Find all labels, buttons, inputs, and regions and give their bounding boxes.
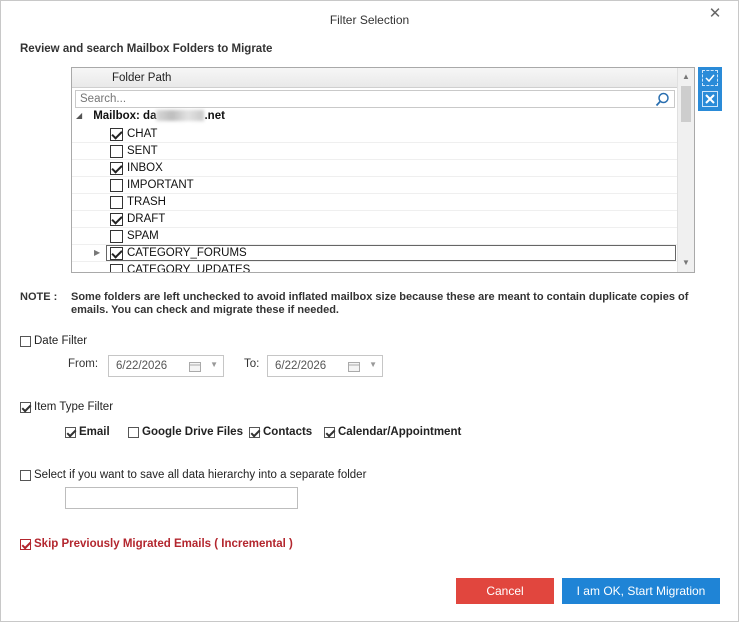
scroll-thumb[interactable] bbox=[681, 86, 691, 122]
folder-checkbox[interactable] bbox=[110, 213, 123, 226]
email-checkbox[interactable] bbox=[65, 426, 76, 438]
section-label: Review and search Mailbox Folders to Mig… bbox=[20, 43, 273, 55]
folder-label: IMPORTANT bbox=[127, 179, 194, 191]
folder-checkbox[interactable] bbox=[110, 264, 123, 272]
item-type-filter-checkbox[interactable] bbox=[20, 401, 31, 413]
separate-folder-input[interactable] bbox=[65, 487, 298, 509]
note-text: Some folders are left unchecked to avoid… bbox=[71, 291, 689, 316]
email-label: Email bbox=[79, 426, 110, 438]
scroll-down-icon[interactable]: ▼ bbox=[678, 256, 694, 270]
collapse-arrow-icon[interactable]: ◢ bbox=[76, 111, 90, 120]
folder-row[interactable]: DRAFT bbox=[72, 211, 677, 228]
folder-checkbox[interactable] bbox=[110, 230, 123, 243]
calendar-icon[interactable] bbox=[189, 361, 201, 375]
from-label: From: bbox=[68, 358, 99, 370]
start-migration-button[interactable]: I am OK, Start Migration bbox=[562, 578, 720, 604]
redacted-address bbox=[156, 110, 205, 122]
folder-checkbox[interactable] bbox=[110, 162, 123, 175]
folder-label: CATEGORY_UPDATES bbox=[127, 264, 251, 273]
folder-row[interactable]: SENT bbox=[72, 143, 677, 160]
skip-migrated-label: Skip Previously Migrated Emails ( Increm… bbox=[34, 538, 293, 550]
folder-row[interactable]: ▶ CATEGORY_FORUMS bbox=[72, 245, 677, 262]
folder-checkbox[interactable] bbox=[110, 128, 123, 141]
tree-tools bbox=[698, 67, 722, 111]
from-date-value: 6/22/2026 bbox=[116, 360, 168, 372]
search-icon[interactable] bbox=[655, 92, 670, 110]
folder-checkbox[interactable] bbox=[110, 247, 123, 260]
folder-checkbox[interactable] bbox=[110, 145, 123, 158]
cancel-button[interactable]: Cancel bbox=[456, 578, 554, 604]
scroll-up-icon[interactable]: ▲ bbox=[678, 70, 694, 84]
folder-label: CATEGORY_FORUMS bbox=[127, 247, 247, 259]
title-bar: Filter Selection ✕ bbox=[1, 1, 738, 37]
folder-tree-panel: Folder Path ◢ Mailbox: da .net CHAT SENT IN… bbox=[71, 67, 695, 273]
contacts-label: Contacts bbox=[263, 426, 313, 438]
folder-row[interactable]: SPAM bbox=[72, 228, 677, 245]
item-type-filter-label: Item Type Filter bbox=[34, 401, 114, 413]
expand-arrow-icon[interactable]: ▶ bbox=[94, 248, 102, 258]
mailbox-label-prefix: Mailbox: da bbox=[93, 110, 157, 122]
item-type-filter-option[interactable]: Item Type Filter bbox=[20, 401, 113, 413]
folder-label: CHAT bbox=[127, 128, 158, 140]
date-filter-option[interactable]: Date Filter bbox=[20, 335, 87, 347]
to-date-value: 6/22/2026 bbox=[275, 360, 327, 372]
folder-row[interactable]: IMPORTANT bbox=[72, 177, 677, 194]
folder-label: SPAM bbox=[127, 230, 159, 242]
folder-row[interactable]: INBOX bbox=[72, 160, 677, 177]
mailbox-node[interactable]: ◢ Mailbox: da .net bbox=[76, 110, 225, 126]
calendar-appointment-label: Calendar/Appointment bbox=[338, 426, 462, 438]
close-icon[interactable]: ✕ bbox=[706, 5, 724, 23]
folder-row[interactable]: CATEGORY_UPDATES bbox=[72, 262, 677, 273]
to-date-picker[interactable]: 6/22/2026 ▼ bbox=[267, 355, 383, 377]
uncheck-all-icon[interactable] bbox=[702, 91, 718, 107]
contacts-checkbox[interactable] bbox=[249, 426, 260, 438]
calendar-icon[interactable] bbox=[348, 361, 360, 375]
folder-label: SENT bbox=[127, 145, 158, 157]
filter-selection-dialog: Filter Selection ✕ Review and search Mai… bbox=[0, 0, 739, 622]
email-option[interactable]: Email bbox=[65, 426, 110, 438]
from-date-picker[interactable]: 6/22/2026 ▼ bbox=[108, 355, 224, 377]
google-drive-files-checkbox[interactable] bbox=[128, 426, 139, 438]
calendar-appointment-option[interactable]: Calendar/Appointment bbox=[324, 426, 461, 438]
folder-label: INBOX bbox=[127, 162, 163, 174]
hierarchy-option[interactable]: Select if you want to save all data hier… bbox=[20, 469, 366, 481]
to-label: To: bbox=[244, 358, 260, 370]
folder-label: DRAFT bbox=[127, 213, 166, 225]
calendar-appointment-checkbox[interactable] bbox=[324, 426, 335, 438]
folder-row[interactable]: TRASH bbox=[72, 194, 677, 211]
folder-checkbox[interactable] bbox=[110, 179, 123, 192]
column-header-folder-path[interactable]: Folder Path bbox=[112, 72, 171, 84]
folder-checkbox[interactable] bbox=[110, 196, 123, 209]
note-label: NOTE : bbox=[20, 291, 58, 303]
skip-migrated-option[interactable]: Skip Previously Migrated Emails ( Increm… bbox=[20, 538, 293, 550]
hierarchy-checkbox[interactable] bbox=[20, 469, 31, 481]
tree-header: Folder Path bbox=[72, 68, 677, 88]
folder-search-input[interactable] bbox=[76, 91, 646, 107]
tree-search-box bbox=[75, 90, 675, 108]
mailbox-label-suffix: .net bbox=[204, 110, 225, 122]
folder-label: TRASH bbox=[127, 196, 166, 208]
hierarchy-label: Select if you want to save all data hier… bbox=[34, 469, 367, 481]
tree-scrollbar[interactable]: ▲ ▼ bbox=[677, 68, 694, 272]
dialog-title: Filter Selection bbox=[329, 13, 410, 27]
date-filter-checkbox[interactable] bbox=[20, 335, 31, 347]
google-drive-files-option[interactable]: Google Drive Files bbox=[128, 426, 243, 438]
check-all-icon[interactable] bbox=[702, 70, 718, 86]
skip-migrated-checkbox[interactable] bbox=[20, 538, 31, 550]
folder-list: CHAT SENT INBOX IMPORTANT TRASH DRAFT SPAM ▶ CAT… bbox=[72, 126, 677, 273]
contacts-option[interactable]: Contacts bbox=[249, 426, 312, 438]
google-drive-files-label: Google Drive Files bbox=[142, 426, 243, 438]
folder-row[interactable]: CHAT bbox=[72, 126, 677, 143]
chevron-down-icon[interactable]: ▼ bbox=[369, 360, 377, 369]
date-filter-label: Date Filter bbox=[34, 335, 88, 347]
chevron-down-icon[interactable]: ▼ bbox=[210, 360, 218, 369]
